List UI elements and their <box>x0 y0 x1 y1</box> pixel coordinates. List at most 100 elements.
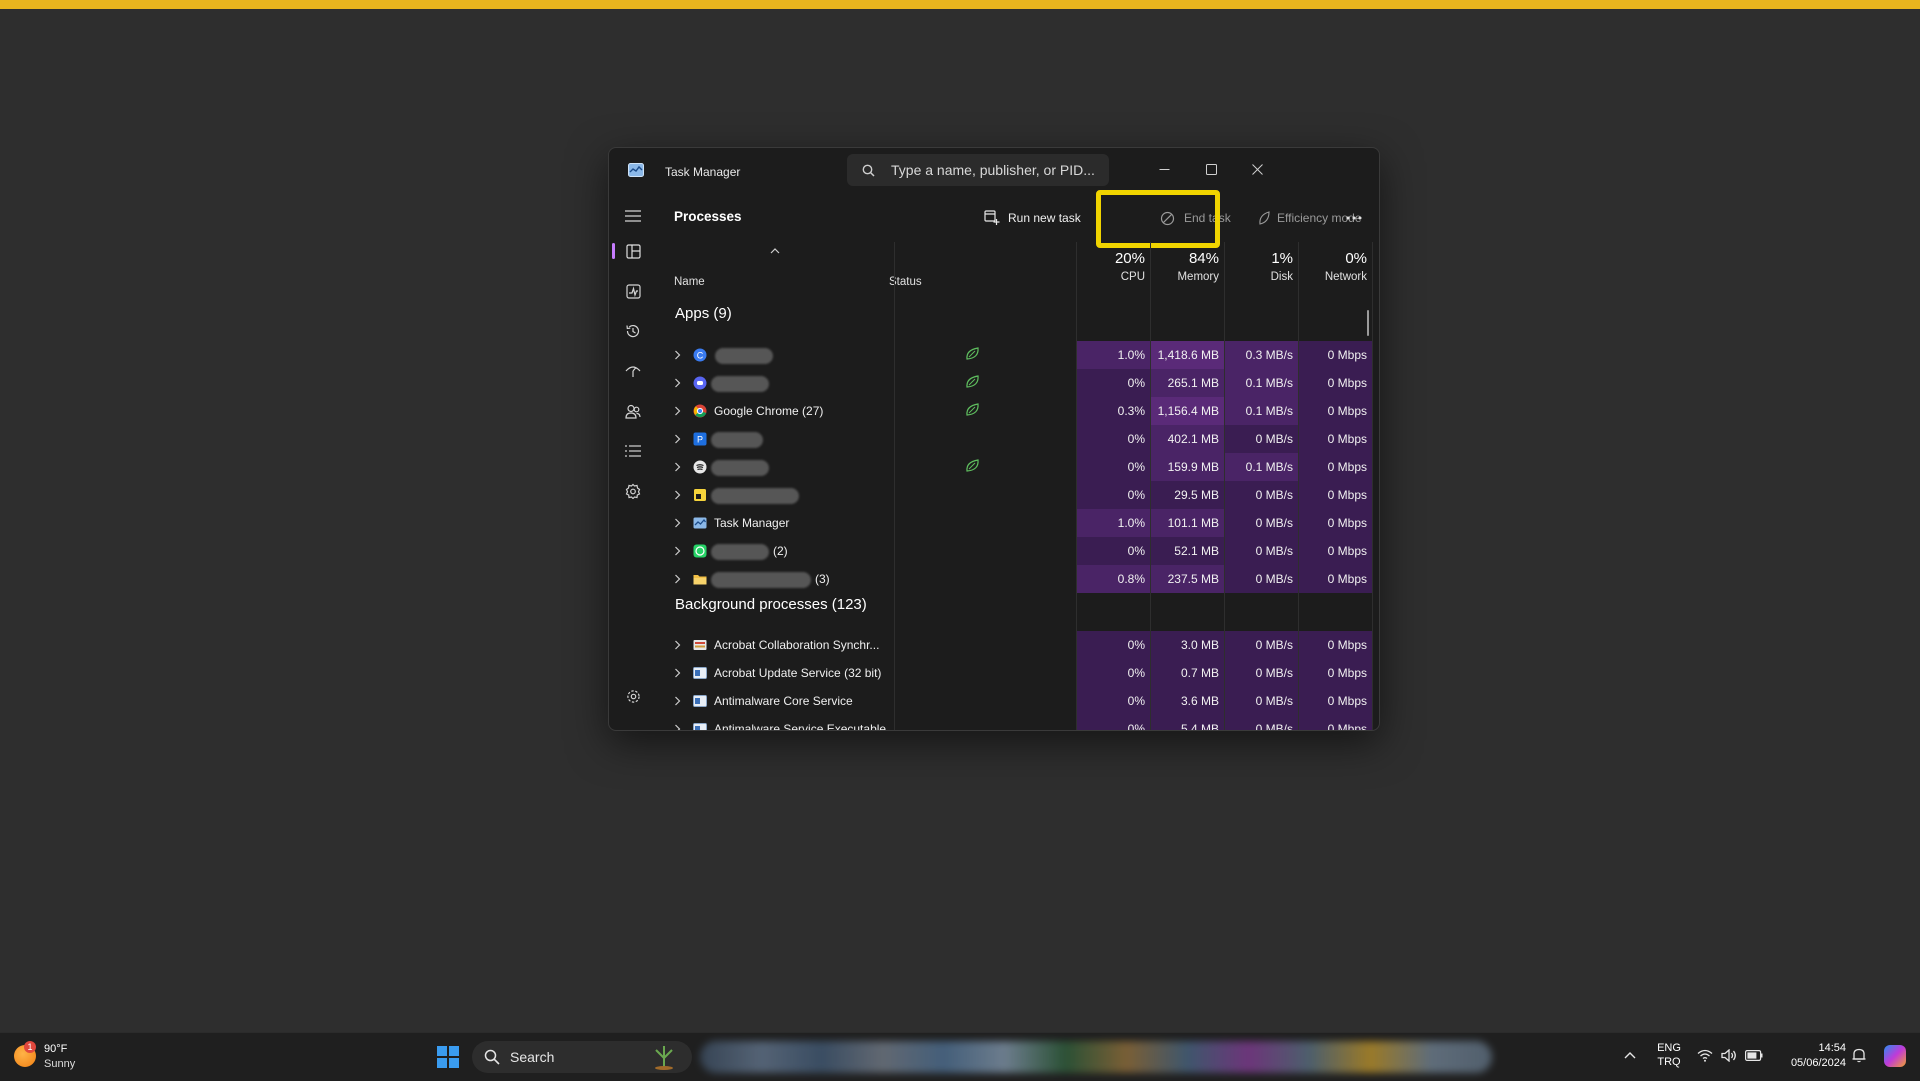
process-row[interactable]: Antimalware Core Service 0% 3.6 MB 0 MB/s 0 … <box>657 687 1379 715</box>
process-row[interactable]: Acrobat Update Service (32 bit) 0% 0.7 MB 0… <box>657 659 1379 687</box>
expand-chevron-icon[interactable] <box>674 350 681 360</box>
cpu-cell: 0% <box>1077 481 1150 509</box>
process-row[interactable]: C 1.0% 1,418.6 MB 0.3 MB/s 0 Mbps <box>657 341 1379 369</box>
bell-icon[interactable] <box>1852 1047 1866 1063</box>
memory-cell: 159.9 MB <box>1151 453 1224 481</box>
disk-cell: 0 MB/s <box>1225 537 1298 565</box>
search-highlight-icon <box>655 1046 673 1070</box>
process-search[interactable] <box>847 154 1109 186</box>
expand-chevron-icon[interactable] <box>674 462 681 472</box>
nav-services[interactable] <box>617 475 649 507</box>
services-icon <box>625 483 641 499</box>
nav-app-history[interactable] <box>617 315 649 347</box>
disk-cell: 0 MB/s <box>1225 687 1298 715</box>
whatsapp-icon <box>693 544 707 558</box>
disk-cell: 0.1 MB/s <box>1225 397 1298 425</box>
network-cell: 0 Mbps <box>1299 481 1372 509</box>
process-row[interactable]: 0% 265.1 MB 0.1 MB/s 0 Mbps <box>657 369 1379 397</box>
svg-text:P: P <box>697 435 703 445</box>
details-list-icon <box>625 445 641 457</box>
cpu-cell: 1.0% <box>1077 341 1150 369</box>
process-row[interactable]: 0% 159.9 MB 0.1 MB/s 0 Mbps <box>657 453 1379 481</box>
process-row[interactable]: 0% 29.5 MB 0 MB/s 0 Mbps <box>657 481 1379 509</box>
nav-performance[interactable] <box>617 275 649 307</box>
close-button[interactable] <box>1239 154 1275 184</box>
nav-processes[interactable] <box>617 235 649 267</box>
process-row[interactable]: (2) 0% 52.1 MB 0 MB/s 0 Mbps <box>657 537 1379 565</box>
nav-users[interactable] <box>617 395 649 427</box>
language-indicator[interactable]: ENG TRQ <box>1654 1042 1684 1068</box>
process-row[interactable]: Task Manager 1.0% 101.1 MB 0 MB/s 0 Mbps <box>657 509 1379 537</box>
service-icon <box>693 723 707 730</box>
disk-cell: 0 MB/s <box>1225 659 1298 687</box>
taskbar-search[interactable] <box>472 1041 692 1073</box>
expand-chevron-icon[interactable] <box>674 696 681 706</box>
network-cell: 0 Mbps <box>1299 687 1372 715</box>
title-bar: Task Manager <box>609 148 1379 194</box>
nav-startup-apps[interactable] <box>617 355 649 387</box>
process-name: (2) <box>773 544 788 558</box>
start-button[interactable] <box>437 1046 459 1068</box>
network-cell: 0 Mbps <box>1299 509 1372 537</box>
process-row[interactable]: P 0% 402.1 MB 0 MB/s 0 Mbps <box>657 425 1379 453</box>
taskbar-search-input[interactable] <box>508 1048 622 1066</box>
history-icon <box>626 324 640 338</box>
header-memory[interactable]: 84% Memory <box>1159 242 1219 283</box>
expand-chevron-icon[interactable] <box>674 406 681 416</box>
process-row[interactable]: Acrobat Collaboration Synchr... 0% 3.0 MB 0… <box>657 631 1379 659</box>
network-cell: 0 Mbps <box>1299 537 1372 565</box>
header-network[interactable]: 0% Network <box>1307 242 1367 283</box>
expand-chevron-icon[interactable] <box>674 640 681 650</box>
volume-icon[interactable] <box>1721 1049 1737 1062</box>
clock[interactable]: 14:54 05/06/2024 <box>1776 1042 1846 1069</box>
redacted-name <box>711 488 799 504</box>
redacted-name <box>715 348 773 364</box>
minimize-button[interactable] <box>1146 154 1182 184</box>
disk-total: 1% <box>1271 250 1293 267</box>
apps-group-header[interactable]: Apps (9) <box>675 305 732 322</box>
clock-time: 14:54 <box>1818 1042 1846 1054</box>
hamburger-menu-button[interactable] <box>617 200 649 232</box>
memory-cell: 237.5 MB <box>1151 565 1224 593</box>
expand-chevron-icon[interactable] <box>674 668 681 678</box>
nav-settings[interactable] <box>617 680 649 712</box>
expand-chevron-icon[interactable] <box>674 490 681 500</box>
sort-caret-icon <box>770 248 780 254</box>
header-cpu[interactable]: 20% CPU <box>1085 242 1145 283</box>
expand-chevron-icon[interactable] <box>674 574 681 584</box>
header-disk[interactable]: 1% Disk <box>1233 242 1293 283</box>
more-options-button[interactable] <box>1346 202 1362 234</box>
spotify-icon <box>693 460 707 474</box>
battery-icon[interactable] <box>1745 1050 1763 1061</box>
expand-chevron-icon[interactable] <box>674 518 681 528</box>
expand-chevron-icon[interactable] <box>674 546 681 556</box>
more-dots-icon <box>1346 216 1362 220</box>
scrollbar-thumb[interactable] <box>1367 310 1369 336</box>
chevron-up-icon[interactable] <box>1624 1051 1636 1059</box>
process-row[interactable]: Google Chrome (27) 0.3% 1,156.4 MB 0.1 MB/s… <box>657 397 1379 425</box>
cpu-cell: 1.0% <box>1077 509 1150 537</box>
header-name[interactable]: Name <box>674 276 705 288</box>
process-row[interactable]: (3) 0.8% 237.5 MB 0 MB/s 0 Mbps <box>657 565 1379 593</box>
search-input[interactable] <box>889 161 1109 179</box>
service-icon <box>693 695 707 707</box>
maximize-button[interactable] <box>1193 154 1229 184</box>
taskbar-pinned-apps[interactable] <box>700 1041 1492 1073</box>
expand-chevron-icon[interactable] <box>674 434 681 444</box>
memory-cell: 3.6 MB <box>1151 687 1224 715</box>
expand-chevron-icon[interactable] <box>674 724 681 731</box>
run-new-task-button[interactable]: Run new task <box>984 202 1081 234</box>
copilot-icon[interactable] <box>1884 1045 1906 1067</box>
background-group-header[interactable]: Background processes (123) <box>675 596 867 613</box>
svg-text:C: C <box>697 351 704 361</box>
minimize-icon <box>1159 168 1169 170</box>
expand-chevron-icon[interactable] <box>674 378 681 388</box>
clock-date: 05/06/2024 <box>1790 1057 1846 1069</box>
nav-details[interactable] <box>617 435 649 467</box>
language-code: ENG <box>1657 1042 1681 1054</box>
network-cell: 0 Mbps <box>1299 715 1372 730</box>
run-new-task-label: Run new task <box>1008 211 1081 225</box>
process-name: Google Chrome (27) <box>714 404 824 418</box>
wifi-icon[interactable] <box>1697 1049 1713 1062</box>
process-row[interactable]: Antimalware Service Executable 0% 5.4 MB 0 … <box>657 715 1379 731</box>
